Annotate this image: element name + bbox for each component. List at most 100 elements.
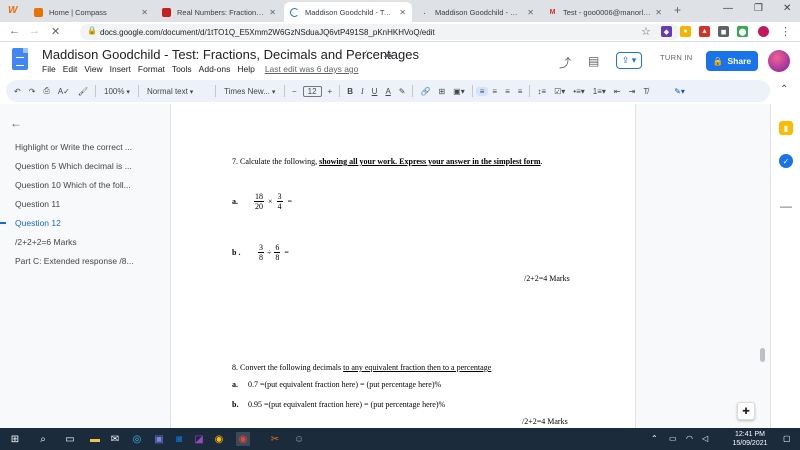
keep-icon[interactable]: ▮	[779, 121, 793, 135]
outline-item[interactable]: Question 11	[15, 199, 60, 209]
outline-item[interactable]: Question 5 Which decimal is ...	[15, 161, 132, 171]
paint-format-icon[interactable]: 🖌	[74, 87, 92, 96]
onenote-icon[interactable]: ◪	[192, 432, 206, 446]
line-spacing-icon[interactable]: ↕≡	[533, 87, 550, 96]
outline-item-active[interactable]: Question 12	[15, 218, 61, 228]
back-arrow-icon[interactable]: ←	[10, 116, 22, 130]
add-icon[interactable]: —	[779, 199, 793, 213]
comment-icon[interactable]: ▤	[588, 54, 599, 68]
editing-mode-icon[interactable]: ✎▾	[670, 87, 689, 96]
profile-avatar[interactable]	[758, 26, 769, 37]
chevron-up-icon[interactable]: ⌃	[780, 84, 788, 95]
address-bar[interactable]: 🔒 docs.google.com/document/d/1tTO1Q_E5Xm…	[80, 24, 680, 40]
network-icon[interactable]: ▭	[669, 434, 677, 443]
outline-item[interactable]: Part C: Extended response /8...	[15, 256, 134, 266]
chrome-icon[interactable]: ◉	[212, 432, 226, 446]
menu-view[interactable]: View	[84, 64, 102, 74]
docs-logo-icon[interactable]	[12, 48, 28, 70]
avatar[interactable]	[768, 50, 790, 72]
windows-start-icon[interactable]: ⊞	[8, 432, 22, 446]
extension-icon[interactable]: ◼	[718, 26, 729, 37]
text-color-button[interactable]: A	[381, 87, 394, 96]
activity-trend-icon[interactable]: ⤴	[559, 54, 571, 71]
zoom-select[interactable]: 100%	[99, 87, 135, 96]
font-size-input[interactable]: 12	[302, 85, 322, 97]
stop-icon[interactable]: ✕	[51, 25, 60, 38]
font-select[interactable]: Times New...	[219, 87, 281, 96]
undo-icon[interactable]: ↶	[10, 87, 25, 96]
extension-icon[interactable]: ◆	[661, 26, 672, 37]
last-edit-link[interactable]: Last edit was 6 days ago	[265, 64, 359, 74]
maximize-icon[interactable]: ❐	[754, 3, 763, 14]
explorer-icon[interactable]: ▬	[88, 432, 102, 446]
close-icon[interactable]: ✕	[269, 8, 276, 17]
turn-in-button[interactable]: TURN IN	[660, 53, 693, 62]
snip-icon[interactable]: ✂	[268, 432, 282, 446]
extension-icon[interactable]: ▲	[699, 26, 710, 37]
task-view-icon[interactable]: ▭	[63, 432, 77, 446]
close-icon[interactable]: ✕	[399, 8, 406, 17]
numbered-list-icon[interactable]: 1≡▾	[589, 87, 610, 96]
classroom-upload-button[interactable]: ⇪ ▾	[616, 52, 642, 69]
print-icon[interactable]: ⎙	[39, 86, 53, 96]
outline-item[interactable]: Highlight or Write the correct ...	[15, 142, 132, 152]
wifi-icon[interactable]: ◠	[686, 434, 693, 443]
close-icon[interactable]: ✕	[655, 8, 662, 17]
menu-file[interactable]: File	[42, 64, 56, 74]
tray-chevron-icon[interactable]: ⌃	[651, 434, 658, 443]
menu-addons[interactable]: Add-ons	[199, 64, 231, 74]
align-center-icon[interactable]: ≡	[488, 87, 501, 96]
highlight-icon[interactable]: ✎	[395, 87, 410, 96]
minimize-icon[interactable]: —	[723, 3, 733, 14]
outline-item[interactable]: /2+2+2=6 Marks	[15, 237, 77, 247]
scrollbar-thumb[interactable]	[760, 348, 765, 362]
document-page[interactable]: 7. Calculate the following, showing all …	[170, 104, 636, 428]
system-clock[interactable]: 12:41 PM 15/09/2021	[722, 430, 778, 448]
bulleted-list-icon[interactable]: •≡▾	[569, 87, 588, 96]
star-icon[interactable]: ☆	[641, 25, 651, 38]
menu-insert[interactable]: Insert	[110, 64, 131, 74]
notifications-icon[interactable]: ▢	[783, 434, 791, 443]
align-right-icon[interactable]: ≡	[501, 87, 514, 96]
extension-icon[interactable]: ⬤	[737, 26, 748, 37]
new-tab-icon[interactable]: +	[674, 3, 681, 17]
tab-real-numbers[interactable]: Real Numbers: Fractions, De ✕	[156, 2, 282, 22]
tab-gmail[interactable]: M Test - goo0006@manorlakes ✕	[542, 2, 668, 22]
checklist-icon[interactable]: ☑▾	[550, 87, 569, 96]
mail-icon[interactable]: ✉	[108, 432, 122, 446]
more-vert-icon[interactable]: ⋮	[780, 25, 791, 38]
style-select[interactable]: Normal text	[142, 87, 212, 96]
redo-icon[interactable]: ↷	[25, 87, 40, 96]
italic-button[interactable]: I	[357, 87, 368, 96]
back-arrow-icon[interactable]: ←	[9, 25, 20, 37]
edge-icon[interactable]: ◎	[130, 432, 144, 446]
chrome-active-icon[interactable]: ◉	[236, 432, 250, 446]
tab-test-doc[interactable]: Maddison Goodchild - Test: F ✕	[284, 2, 412, 22]
align-left-icon[interactable]: ≡	[475, 86, 489, 96]
tasks-icon[interactable]: ✓	[779, 154, 793, 168]
decrease-indent-icon[interactable]: ⇤	[610, 87, 625, 96]
image-icon[interactable]: ▣▾	[449, 87, 469, 96]
link-icon[interactable]: 🔗	[416, 87, 434, 96]
close-window-icon[interactable]: ✕	[783, 3, 791, 14]
close-icon[interactable]: ✕	[527, 8, 534, 17]
underline-button[interactable]: U	[368, 87, 382, 96]
menu-format[interactable]: Format	[138, 64, 165, 74]
explore-button[interactable]: ✚	[737, 402, 755, 420]
cloud-status-icon[interactable]: ☁	[383, 49, 393, 60]
spellcheck-icon[interactable]: A✓	[54, 87, 74, 96]
extension-icon[interactable]: ●	[680, 26, 691, 37]
outline-item[interactable]: Question 10 Which of the foll...	[15, 180, 131, 190]
people-icon[interactable]: ☺	[292, 432, 306, 446]
tab-compass[interactable]: Home | Compass ✕	[28, 2, 154, 22]
tab-money[interactable]: . Maddison Goodchild - Mone ✕	[414, 2, 540, 22]
menu-help[interactable]: Help	[237, 64, 254, 74]
menu-edit[interactable]: Edit	[63, 64, 78, 74]
font-size-increase[interactable]: +	[324, 87, 337, 96]
volume-icon[interactable]: ◁	[702, 434, 708, 443]
teams-icon[interactable]: ▣	[152, 432, 166, 446]
clear-formatting-icon[interactable]: T̸	[639, 87, 652, 96]
bold-button[interactable]: B	[343, 87, 357, 96]
star-icon[interactable]: ☆	[362, 49, 371, 60]
share-button[interactable]: 🔒 Share	[706, 51, 758, 71]
